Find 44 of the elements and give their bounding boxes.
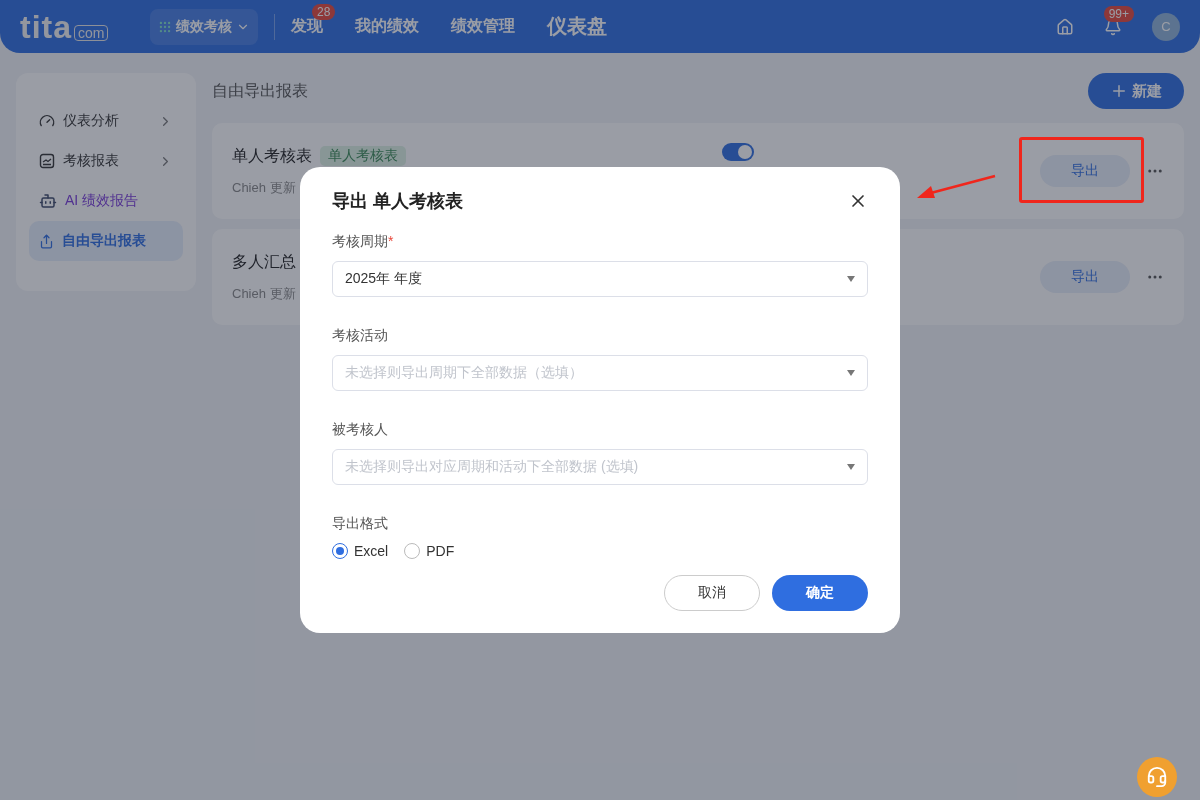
select-field[interactable]: 2025年 年度 <box>332 261 868 297</box>
field-label: 考核周期* <box>332 233 395 251</box>
select-field[interactable]: 未选择则导出对应周期和活动下全部数据 (选填) <box>332 449 868 485</box>
nav-tab[interactable]: 绩效管理 <box>451 16 516 37</box>
caret-icon <box>847 464 855 470</box>
report-name: 多人汇总 <box>232 251 296 272</box>
logo-text: tita <box>20 10 72 43</box>
sidebar-item[interactable]: 自由导出报表 <box>29 221 183 261</box>
cancel-button[interactable]: 取消 <box>664 575 760 611</box>
format-radio[interactable]: PDF <box>404 543 455 559</box>
report-tag: 单人考核表 <box>320 146 406 166</box>
export-button[interactable]: 导出 <box>1040 155 1130 187</box>
home-icon[interactable] <box>1056 17 1074 36</box>
avatar[interactable]: C <box>1152 12 1180 41</box>
page-title: 自由导出报表 <box>212 80 308 101</box>
notification-badge: 99+ <box>1103 5 1134 22</box>
nav-tab[interactable]: 仪表盘 <box>547 13 608 40</box>
gauge-icon <box>39 113 55 129</box>
select-field[interactable]: 未选择则导出周期下全部数据（选填） <box>332 355 868 391</box>
plus-icon <box>1110 82 1128 100</box>
sidebar-item[interactable]: 仪表分析 <box>29 101 183 141</box>
confirm-button[interactable]: 确定 <box>772 575 868 611</box>
format-radio[interactable]: Excel <box>332 543 389 559</box>
dialog-title: 导出 单人考核表 <box>332 190 463 213</box>
export-button[interactable]: 导出 <box>1040 261 1130 293</box>
report-meta: Chieh 更新 <box>232 284 296 303</box>
report-meta: Chieh 更新 <box>232 178 297 197</box>
report-name: 单人考核表 <box>232 145 312 166</box>
headset-icon[interactable] <box>1146 766 1168 788</box>
chart-icon <box>39 153 55 169</box>
share-icon <box>39 233 54 249</box>
logo-suffix: com <box>74 24 109 41</box>
enable-toggle[interactable] <box>722 143 754 161</box>
new-button[interactable]: 新建 <box>1088 73 1184 109</box>
robot-icon <box>39 192 57 210</box>
sidebar-item[interactable]: AI 绩效报告 <box>29 181 183 221</box>
caret-icon <box>847 370 855 376</box>
nav-tab[interactable]: 我的绩效 <box>355 16 420 37</box>
field-label: 被考核人 <box>332 421 389 439</box>
field-label: 考核活动 <box>332 327 389 345</box>
field-label: 导出格式 <box>332 515 389 533</box>
grid-icon <box>158 19 173 34</box>
caret-icon <box>847 276 855 282</box>
sidebar-item[interactable]: 考核报表 <box>29 141 183 181</box>
